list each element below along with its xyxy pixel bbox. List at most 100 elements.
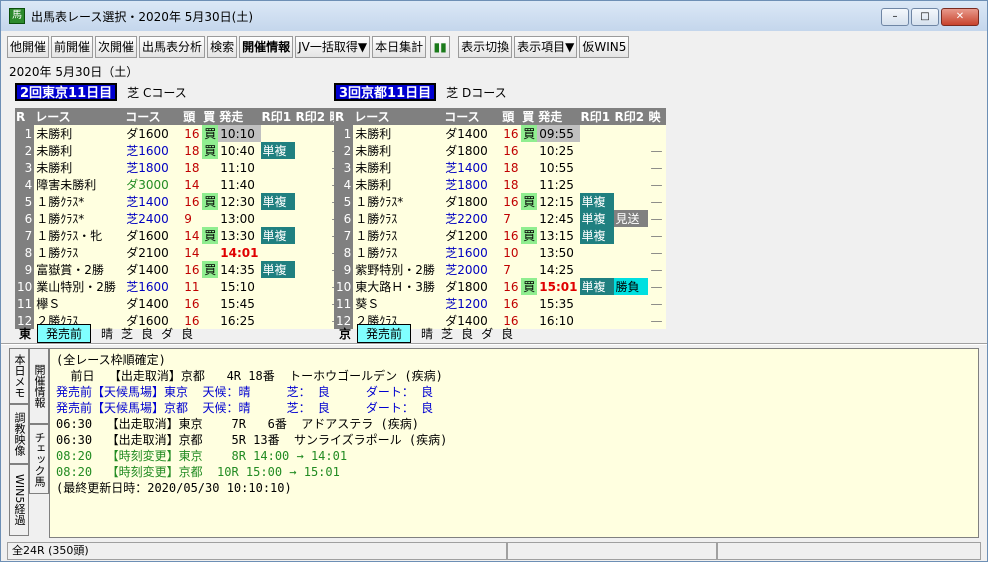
race-r1-cell [260,125,295,142]
minimize-button[interactable]: – [881,8,909,26]
meeting-info-button[interactable]: 開催情報 [239,36,294,58]
race-row[interactable]: 9 紫野特別・2勝 芝2000 7 14:25 — [334,261,666,278]
col-header-name[interactable]: レース [353,108,444,125]
race-row[interactable]: 2未勝利芝160018買10:40単複— [15,142,347,159]
search-button[interactable]: 検索 [207,36,238,58]
col-header-buy[interactable]: 買 [202,108,219,125]
race-row[interactable]: 5 １勝ｸﾗｽ* ダ1800 16 買 12:15 単複 — [334,193,666,210]
race-row[interactable]: 10業山特別・2勝芝16001115:10— [15,278,347,295]
race-head-cell: 7 [501,261,522,278]
race-row[interactable]: 6 １勝ｸﾗｽ 芝2200 7 12:45 単複 見送 — [334,210,666,227]
race-head-cell: 18 [501,159,522,176]
prev-meeting-button[interactable]: 前開催 [51,36,94,58]
race-name-cell: １勝ｸﾗｽ・牝 [34,227,125,244]
col-header-vid[interactable]: 映 [647,108,666,125]
dirt-condition: 良 [501,327,514,341]
race-r1-cell: 単複 [260,142,295,159]
race-vid-cell: — [647,159,666,176]
tab-win5-progress[interactable]: WIN5経過 [9,464,29,536]
race-no-cell: 5 [15,193,35,210]
race-r1-cell: 単複 [579,227,614,244]
course-info: 芝 Dコース [446,85,507,100]
col-header-no[interactable]: R [15,108,35,125]
race-course-cell: ダ1400 [124,295,183,312]
race-name-cell: １勝ｸﾗｽ* [353,193,444,210]
race-row[interactable]: 9富嶽賞・2勝ダ140016買14:35単複— [15,261,347,278]
venue-name: 3回京都11日目 [334,83,437,101]
col-header-course[interactable]: コース [124,108,183,125]
tab-training-video[interactable]: 調教映像 [9,404,29,464]
maximize-button[interactable]: □ [911,8,939,26]
race-course-cell: 芝1800 [443,176,502,193]
race-course-cell: ダ1600 [124,227,183,244]
status-panel-3 [717,542,981,560]
race-time-cell: 16:25 [218,312,261,329]
race-row[interactable]: 5１勝ｸﾗｽ*芝140016買12:30単複— [15,193,347,210]
race-r2-cell [294,176,329,193]
col-header-time[interactable]: 発走 [537,108,580,125]
memo-line: 06:30 【出走取消】京都 5R 13番 サンライズラポール (疾病) [56,433,448,447]
race-r1-cell [579,312,614,329]
race-name-cell: 欅Ｓ [34,295,125,312]
race-row[interactable]: 7１勝ｸﾗｽ・牝ダ160014買13:30単複— [15,227,347,244]
race-row[interactable]: 3未勝利芝18001811:10— [15,159,347,176]
status-icon[interactable]: ▮▮ [430,36,451,58]
race-head-cell: 16 [182,261,203,278]
temp-win5-button[interactable]: 仮WIN5 [579,36,630,58]
race-row[interactable]: 2 未勝利 ダ1800 16 10:25 — [334,142,666,159]
race-r1-cell [579,142,614,159]
race-row[interactable]: 7 １勝ｸﾗｽ ダ1200 16 買 13:15 単複 — [334,227,666,244]
race-r2-cell [294,125,329,142]
race-row[interactable]: 3 未勝利 芝1400 18 10:55 — [334,159,666,176]
close-button[interactable]: ✕ [941,8,979,26]
col-header-r2[interactable]: R印2 [294,108,329,125]
race-course-cell: 芝1200 [443,295,502,312]
next-meeting-button[interactable]: 次開催 [95,36,138,58]
track-status-tokyo: 東 発売前 晴 芝 良 ダ 良 [19,324,201,343]
race-row[interactable]: 10 東大路Ｈ・3勝 ダ1800 16 買 15:01 単複 勝負 — [334,278,666,295]
race-buy-cell: 買 [521,278,538,295]
race-row[interactable]: 4 未勝利 芝1800 18 11:25 — [334,176,666,193]
toggle-view-button[interactable]: 表示切換 [458,36,513,58]
other-meeting-button[interactable]: 他開催 [7,36,50,58]
col-header-buy[interactable]: 買 [521,108,538,125]
race-row[interactable]: 1 未勝利 ダ1600 16 買 10:10 [15,125,347,142]
race-head-cell: 14 [182,176,203,193]
tab-meeting-info[interactable]: 開催情報 [29,348,49,424]
race-time-cell: 15:45 [218,295,261,312]
race-head-cell: 7 [501,210,522,227]
race-row[interactable]: 8１勝ｸﾗｽダ21001414:01— [15,244,347,261]
race-time-cell: 11:25 [537,176,580,193]
race-head-cell: 18 [182,159,203,176]
race-vid-cell: — [647,227,666,244]
race-row[interactable]: 11 葵Ｓ 芝1200 16 15:35 — [334,295,666,312]
venue-name: 2回東京11日目 [15,83,118,101]
race-buy-cell: 買 [521,227,538,244]
memo-panel[interactable]: (全レース枠順確定) 前日 【出走取消】京都 4R 18番 トーホウゴールデン … [49,348,979,538]
race-vid-cell: — [647,261,666,278]
race-no-cell: 11 [15,295,35,312]
col-header-r1[interactable]: R印1 [579,108,614,125]
col-header-r2[interactable]: R印2 [613,108,648,125]
race-row[interactable]: 6１勝ｸﾗｽ*芝2400913:00— [15,210,347,227]
col-header-head[interactable]: 頭 [501,108,522,125]
race-r2-cell [294,312,329,329]
col-header-name[interactable]: レース [34,108,125,125]
col-header-head[interactable]: 頭 [182,108,203,125]
race-no-cell: 8 [15,244,35,261]
col-header-r1[interactable]: R印1 [260,108,295,125]
race-analysis-button[interactable]: 出馬表分析 [139,36,206,58]
tab-check-horse[interactable]: チェック馬 [29,424,49,494]
jv-bulk-fetch-button[interactable]: JV一括取得▼ [295,36,371,58]
race-row[interactable]: 1 未勝利 ダ1400 16 買 09:55 [334,125,666,142]
race-buy-cell [202,210,219,227]
col-header-course[interactable]: コース [443,108,502,125]
race-row[interactable]: 8 １勝ｸﾗｽ 芝1600 10 13:50 — [334,244,666,261]
race-row[interactable]: 11欅Ｓダ14001615:45— [15,295,347,312]
daily-summary-button[interactable]: 本日集計 [372,36,427,58]
race-row[interactable]: 4障害未勝利ダ30001411:40— [15,176,347,193]
tab-daily-memo[interactable]: 本日メモ [9,348,29,404]
col-header-time[interactable]: 発走 [218,108,261,125]
col-header-no[interactable]: R [334,108,354,125]
display-items-button[interactable]: 表示項目▼ [514,36,578,58]
